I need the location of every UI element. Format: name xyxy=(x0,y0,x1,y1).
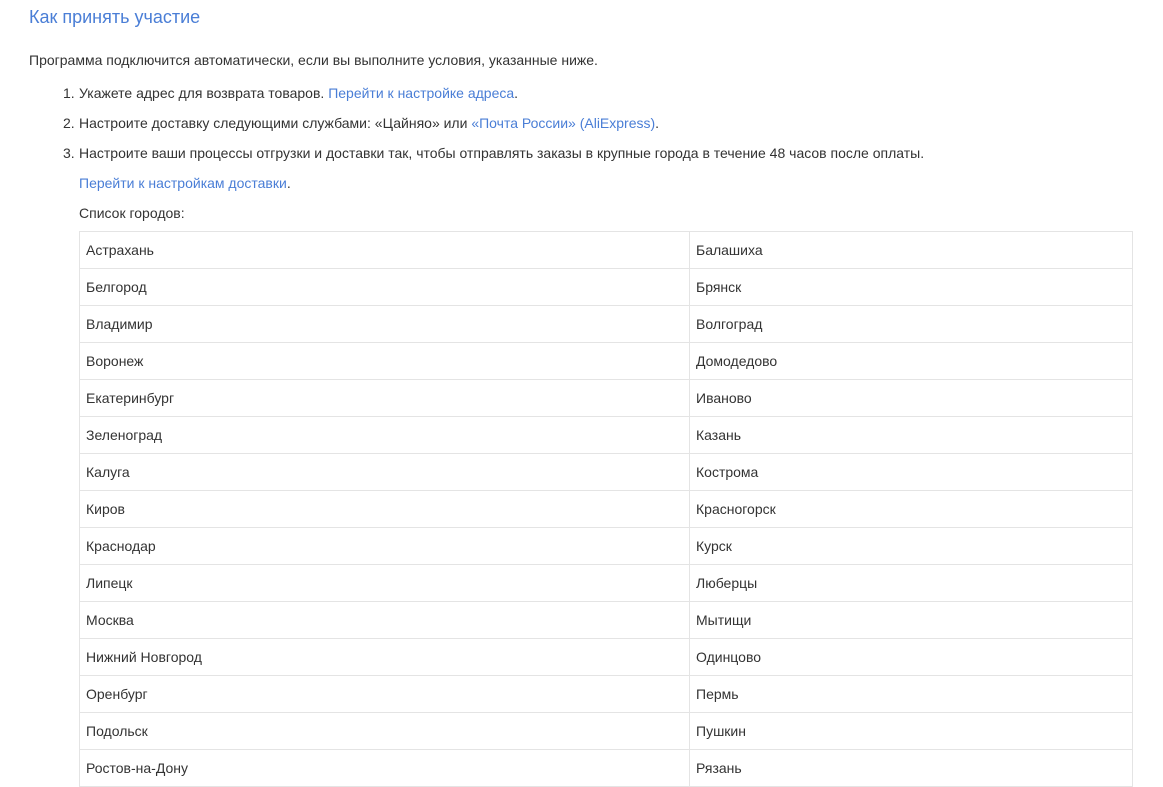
section-heading: Как принять участие xyxy=(29,7,201,27)
step-item: 1. Укажете адрес для возврата товаров. П… xyxy=(0,84,1163,114)
city-cell: Оренбург xyxy=(79,675,690,713)
steps-list: 1. Укажете адрес для возврата товаров. П… xyxy=(0,84,1163,174)
table-row: Киров Красногорск xyxy=(79,490,1133,528)
city-cell: Балашиха xyxy=(689,231,1133,269)
step-text: Настроите доставку следующими службами: … xyxy=(79,115,472,131)
step-number: 1. xyxy=(63,85,75,101)
city-cell: Нижний Новгород xyxy=(79,638,690,676)
city-cell: Владимир xyxy=(79,305,690,343)
step-tail: . xyxy=(655,115,660,131)
table-row: Калуга Кострома xyxy=(79,453,1133,491)
table-row: Ростов-на-Дону Рязань xyxy=(79,749,1133,787)
city-cell: Киров xyxy=(79,490,690,528)
step-number: 2. xyxy=(63,115,75,131)
step-number: 3. xyxy=(63,145,75,161)
table-row: Белгород Брянск xyxy=(79,268,1133,306)
city-cell: Астрахань xyxy=(79,231,690,269)
step-item: 3. Настроите ваши процессы отгрузки и до… xyxy=(0,144,1163,174)
delivery-link-tail: . xyxy=(286,175,291,191)
table-row: Астрахань Балашиха xyxy=(79,231,1133,269)
step-text: Укажете адрес для возврата товаров. xyxy=(79,85,329,101)
city-cell: Кострома xyxy=(689,453,1133,491)
city-cell: Волгоград xyxy=(689,305,1133,343)
city-cell: Люберцы xyxy=(689,564,1133,602)
city-cell: Ростов-на-Дону xyxy=(79,749,690,787)
city-cell: Курск xyxy=(689,527,1133,565)
city-cell: Одинцово xyxy=(689,638,1133,676)
table-row: Зеленоград Казань xyxy=(79,416,1133,454)
city-cell: Брянск xyxy=(689,268,1133,306)
address-settings-link[interactable]: Перейти к настройке адреса xyxy=(328,85,514,101)
city-cell: Рязань xyxy=(689,749,1133,787)
city-cell: Краснодар xyxy=(79,527,690,565)
city-cell: Москва xyxy=(79,601,690,639)
cities-table: Астрахань Балашиха Белгород Брянск Владимир В… xyxy=(79,231,1133,787)
table-row: Подольск Пушкин xyxy=(79,712,1133,750)
city-cell: Белгород xyxy=(79,268,690,306)
russian-post-link[interactable]: «Почта России» (AliExpress) xyxy=(471,115,655,131)
table-row: Липецк Люберцы xyxy=(79,564,1133,602)
cities-table-body: Астрахань Балашиха Белгород Брянск Владимир В… xyxy=(79,231,1133,787)
city-cell: Домодедово xyxy=(689,342,1133,380)
city-cell: Казань xyxy=(689,416,1133,454)
table-row: Оренбург Пермь xyxy=(79,675,1133,713)
delivery-settings-row: Перейти к настройкам доставки. xyxy=(79,174,291,192)
city-cell: Екатеринбург xyxy=(79,379,690,417)
cities-label: Список городов: xyxy=(79,205,185,221)
city-cell: Липецк xyxy=(79,564,690,602)
step-item: 2. Настроите доставку следующими службам… xyxy=(0,114,1163,144)
city-cell: Иваново xyxy=(689,379,1133,417)
step-tail: . xyxy=(514,85,519,101)
table-row: Екатеринбург Иваново xyxy=(79,379,1133,417)
city-cell: Красногорск xyxy=(689,490,1133,528)
delivery-settings-link[interactable]: Перейти к настройкам доставки xyxy=(79,175,287,191)
city-cell: Воронеж xyxy=(79,342,690,380)
table-row: Краснодар Курск xyxy=(79,527,1133,565)
city-cell: Калуга xyxy=(79,453,690,491)
city-cell: Мытищи xyxy=(689,601,1133,639)
city-cell: Подольск xyxy=(79,712,690,750)
step-text: Настроите ваши процессы отгрузки и доста… xyxy=(79,145,925,161)
table-row: Воронеж Домодедово xyxy=(79,342,1133,380)
intro-text: Программа подключится автоматически, есл… xyxy=(29,52,598,68)
city-cell: Пермь xyxy=(689,675,1133,713)
table-row: Владимир Волгоград xyxy=(79,305,1133,343)
city-cell: Зеленоград xyxy=(79,416,690,454)
table-row: Нижний Новгород Одинцово xyxy=(79,638,1133,676)
city-cell: Пушкин xyxy=(689,712,1133,750)
table-row: Москва Мытищи xyxy=(79,601,1133,639)
